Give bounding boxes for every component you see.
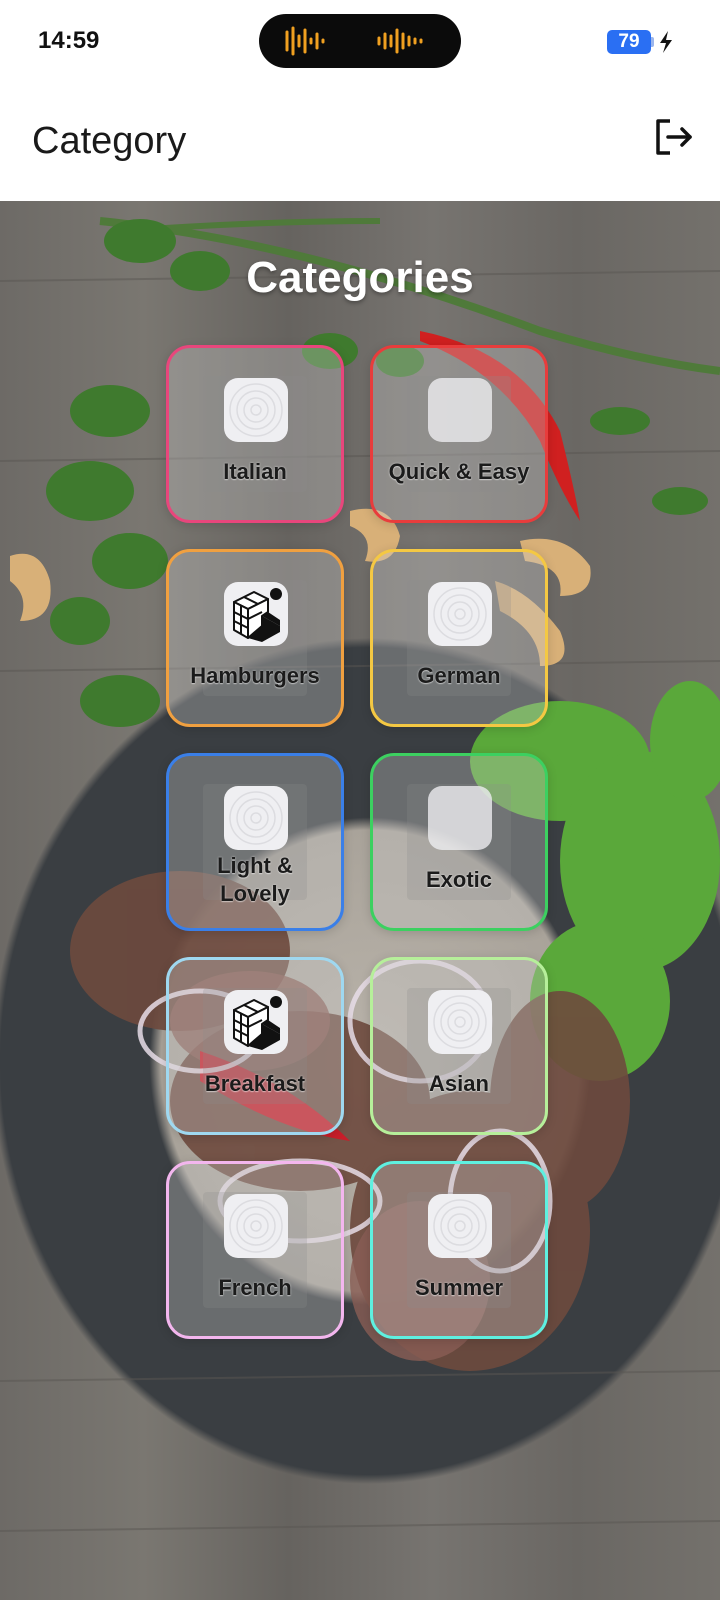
category-label: Quick & Easy bbox=[388, 459, 530, 484]
category-label: Exotic bbox=[425, 867, 493, 892]
category-label: Light & Lovely bbox=[217, 853, 293, 906]
category-label: Asian bbox=[429, 1071, 489, 1096]
app-header: Category bbox=[0, 84, 720, 201]
category-label: German bbox=[417, 663, 501, 688]
placeholder-ring-icon bbox=[428, 582, 492, 646]
cube-logo-icon bbox=[224, 990, 288, 1054]
page-title: Category bbox=[32, 120, 187, 162]
battery-cap bbox=[651, 37, 654, 47]
section-title: Categories bbox=[246, 253, 474, 302]
placeholder-ring-icon bbox=[428, 990, 492, 1054]
placeholder-ring-icon bbox=[224, 1194, 288, 1258]
battery-indicator: 79 bbox=[607, 30, 651, 54]
logout-icon bbox=[656, 119, 692, 155]
category-label: Italian bbox=[223, 459, 287, 484]
logout-button[interactable] bbox=[650, 113, 698, 161]
category-card[interactable]: Light & Lovely bbox=[166, 753, 344, 931]
placeholder-ring-icon bbox=[428, 1194, 492, 1258]
category-card[interactable]: Quick & Easy bbox=[370, 345, 548, 523]
category-label: Summer bbox=[414, 1275, 504, 1300]
categories-screen: Categories Italian Quick & Easy Hamburgers… bbox=[0, 201, 720, 1600]
category-card[interactable]: Exotic bbox=[370, 753, 548, 931]
category-card[interactable]: Asian bbox=[370, 957, 548, 1135]
category-card[interactable]: German bbox=[370, 549, 548, 727]
category-label: Breakfast bbox=[204, 1071, 306, 1096]
placeholder-blank-icon bbox=[428, 786, 492, 850]
category-card[interactable]: Breakfast bbox=[166, 957, 344, 1135]
cube-logo-icon bbox=[224, 582, 288, 646]
audio-waveform-icon bbox=[285, 26, 423, 56]
charging-bolt-icon bbox=[660, 31, 672, 53]
category-label: Hamburgers bbox=[190, 663, 320, 688]
dynamic-island bbox=[259, 14, 461, 68]
category-card[interactable]: Summer bbox=[370, 1161, 548, 1339]
category-label: French bbox=[218, 1275, 292, 1300]
placeholder-ring-icon bbox=[224, 786, 288, 850]
category-card[interactable]: French bbox=[166, 1161, 344, 1339]
status-time: 14:59 bbox=[38, 27, 100, 54]
placeholder-blank-icon bbox=[428, 378, 492, 442]
category-card[interactable]: Italian bbox=[166, 345, 344, 523]
category-card[interactable]: Hamburgers bbox=[166, 549, 344, 727]
status-bar: 14:59 79 bbox=[0, 0, 720, 84]
placeholder-ring-icon bbox=[224, 378, 288, 442]
food-background-image bbox=[0, 217, 720, 1532]
